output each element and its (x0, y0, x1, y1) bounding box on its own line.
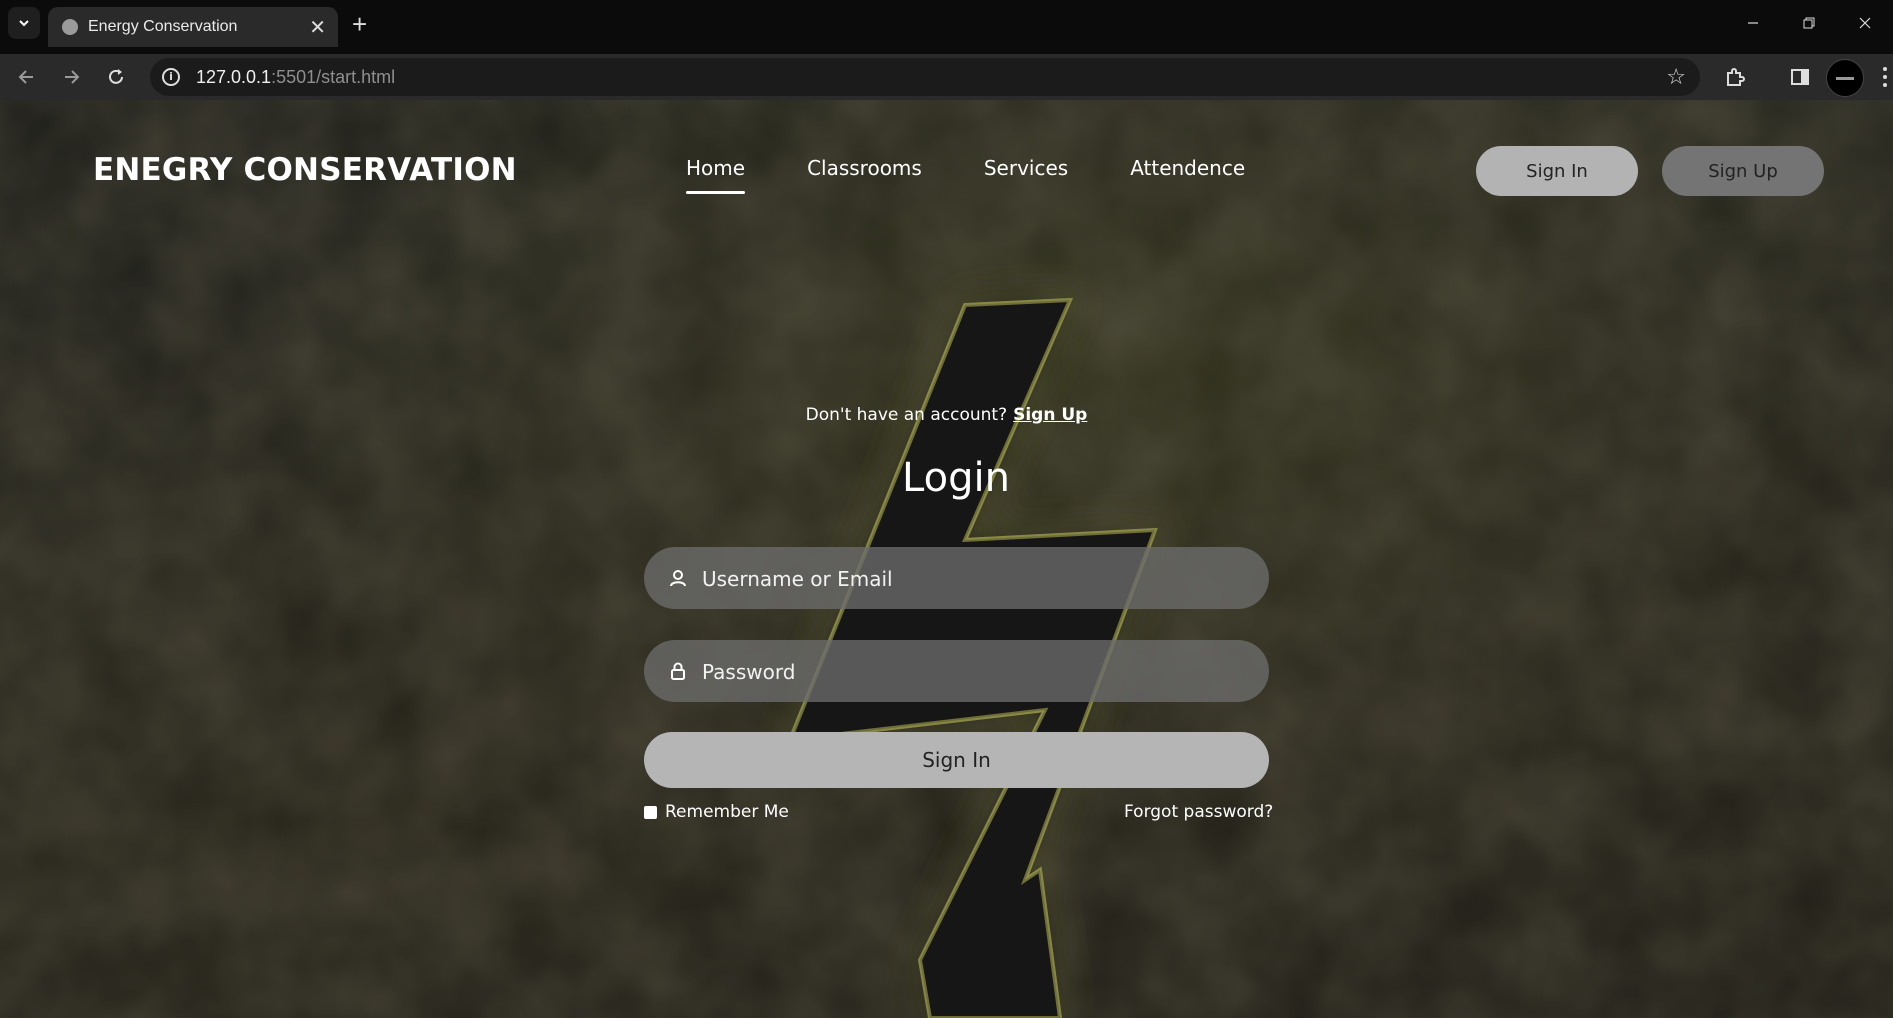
browser-tab[interactable]: Energy Conservation ✕ (48, 7, 338, 47)
restore-button[interactable] (1781, 0, 1837, 46)
page-content: ENEGRY CONSERVATION Home Classrooms Serv… (0, 100, 1893, 1018)
username-input[interactable] (700, 547, 1244, 611)
sign-in-submit-button[interactable]: Sign In (644, 732, 1269, 788)
menu-icon[interactable] (1883, 66, 1887, 88)
password-field[interactable] (644, 640, 1269, 704)
lock-icon (671, 662, 685, 680)
header-sign-in-button[interactable]: Sign In (1476, 146, 1638, 196)
profile-avatar[interactable] (1826, 59, 1864, 97)
url-text: 127.0.0.1:5501/start.html (196, 67, 396, 87)
dropdown-icon (19, 20, 29, 27)
minimize-button[interactable] (1725, 0, 1781, 46)
remember-me-checkbox[interactable] (644, 805, 657, 819)
tab-title: Energy Conservation (88, 18, 238, 35)
close-icon[interactable]: ✕ (309, 15, 326, 40)
username-field[interactable] (644, 547, 1269, 611)
nav-attendence[interactable]: Attendence (1130, 156, 1245, 194)
back-icon[interactable] (14, 64, 40, 90)
reload-icon[interactable] (103, 64, 129, 90)
main-nav: Home Classrooms Services Attendence (686, 156, 1307, 194)
forgot-password-link[interactable]: Forgot password? (1124, 802, 1273, 822)
info-icon[interactable]: i (162, 68, 180, 86)
password-input[interactable] (700, 640, 1244, 704)
user-icon (670, 570, 686, 587)
browser-toolbar: i 127.0.0.1:5501/start.html ☆ (0, 54, 1893, 100)
login-title: Login (902, 455, 1010, 501)
window-controls (1725, 0, 1893, 46)
signup-link[interactable]: Sign Up (1013, 405, 1087, 425)
signup-prompt-text: Don't have an account? (805, 405, 1008, 425)
extensions-icon[interactable] (1722, 64, 1748, 90)
forward-icon[interactable] (58, 64, 84, 90)
browser-tab-bar: Energy Conservation ✕ + (0, 0, 1893, 54)
close-window-button[interactable] (1837, 0, 1893, 46)
sidebar-icon[interactable] (1787, 64, 1813, 90)
star-icon[interactable]: ☆ (1666, 65, 1686, 90)
nav-home[interactable]: Home (686, 156, 746, 194)
plus-icon[interactable]: + (352, 9, 367, 40)
remember-me-label: Remember Me (665, 802, 789, 822)
site-logo[interactable]: ENEGRY CONSERVATION (93, 152, 517, 188)
tab-search-button[interactable] (8, 7, 40, 39)
address-bar[interactable]: i 127.0.0.1:5501/start.html ☆ (150, 58, 1700, 96)
nav-classrooms[interactable]: Classrooms (807, 156, 922, 194)
nav-services[interactable]: Services (984, 156, 1068, 194)
signup-prompt: Don't have an account? Sign Up (0, 405, 1893, 425)
globe-icon (62, 19, 78, 35)
header-sign-up-button[interactable]: Sign Up (1662, 146, 1824, 196)
remember-me[interactable]: Remember Me (644, 802, 789, 822)
